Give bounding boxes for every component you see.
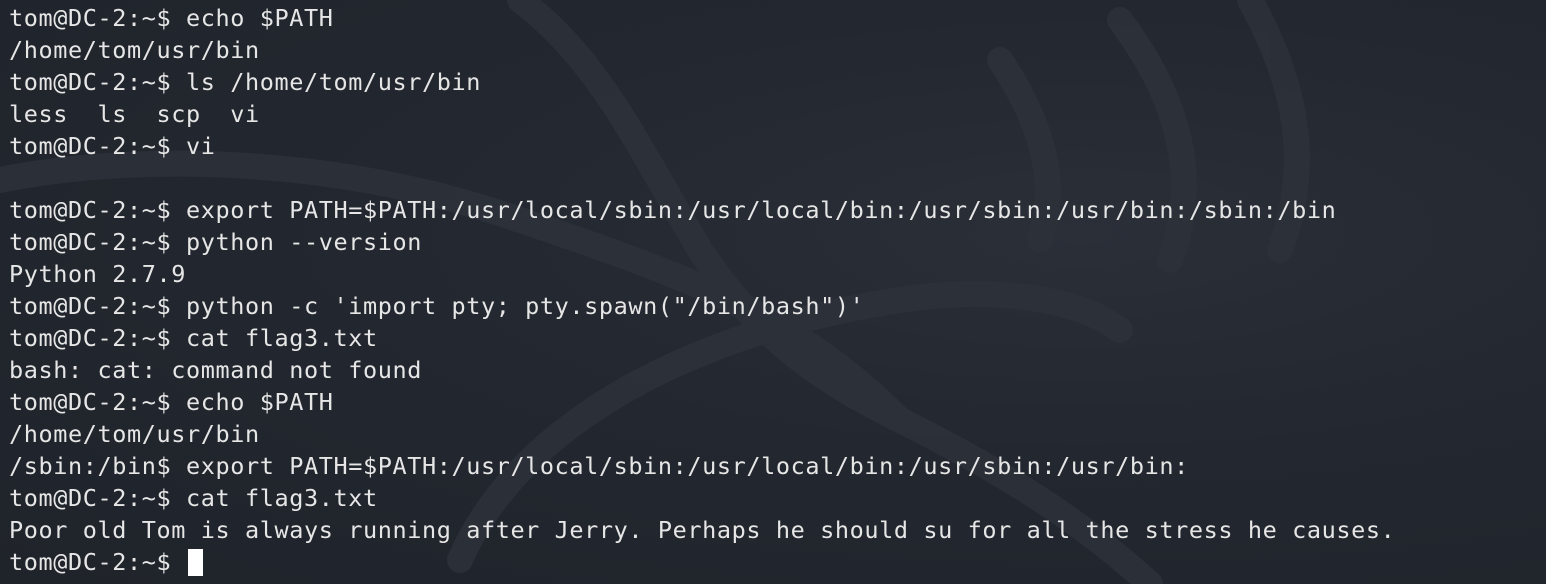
terminal-line: /home/tom/usr/bin (9, 36, 260, 64)
terminal-line: /sbin:/bin$ export PATH=$PATH:/usr/local… (9, 452, 1189, 480)
terminal-line: tom@DC-2:~$ cat flag3.txt (9, 324, 378, 352)
terminal-line: tom@DC-2:~$ python -c 'import pty; pty.s… (9, 292, 865, 320)
terminal-line: Python 2.7.9 (9, 260, 186, 288)
terminal-line: /home/tom/usr/bin (9, 420, 260, 448)
terminal-line: tom@DC-2:~$ python --version (9, 228, 422, 256)
terminal-prompt: tom@DC-2:~$ (9, 548, 186, 576)
terminal-cursor (187, 549, 203, 576)
terminal-line: less ls scp vi (9, 100, 260, 128)
terminal-line: tom@DC-2:~$ echo $PATH (9, 388, 334, 416)
terminal-line: tom@DC-2:~$ vi (9, 132, 216, 160)
terminal-line: tom@DC-2:~$ ls /home/tom/usr/bin (9, 68, 481, 96)
terminal-input-line[interactable]: tom@DC-2:~$ (9, 546, 1546, 578)
terminal-window[interactable]: tom@DC-2:~$ echo $PATH /home/tom/usr/bin… (0, 0, 1546, 584)
terminal-line: bash: cat: command not found (9, 356, 422, 384)
terminal-line: Poor old Tom is always running after Jer… (9, 516, 1396, 544)
terminal-line: tom@DC-2:~$ cat flag3.txt (9, 484, 378, 512)
terminal-line: tom@DC-2:~$ export PATH=$PATH:/usr/local… (9, 196, 1337, 224)
terminal-output: tom@DC-2:~$ echo $PATH /home/tom/usr/bin… (9, 2, 1546, 578)
terminal-line: tom@DC-2:~$ echo $PATH (9, 4, 334, 32)
